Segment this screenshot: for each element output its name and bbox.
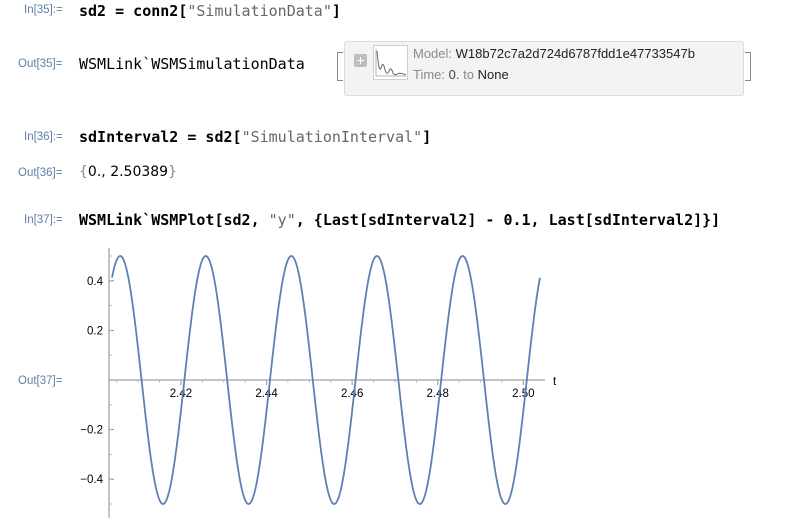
x-axis-label: t [553, 376, 557, 388]
x-tick-label: 2.46 [341, 388, 363, 400]
y-tick-label: −0.4 [80, 474, 103, 486]
y-tick-label: 0.2 [87, 325, 103, 337]
y-tick-label: −0.2 [80, 425, 103, 437]
x-tick-label: 2.50 [512, 388, 534, 400]
x-tick-label: 2.42 [170, 388, 192, 400]
y-tick-label: 0.4 [87, 276, 104, 288]
wsm-plot[interactable]: 2.42 2.44 2.46 2.48 2.50 0.4 0.2 −0.2 −0.4 t [0, 0, 793, 525]
x-tick-label: 2.44 [255, 388, 278, 400]
x-tick-label: 2.48 [427, 388, 449, 400]
